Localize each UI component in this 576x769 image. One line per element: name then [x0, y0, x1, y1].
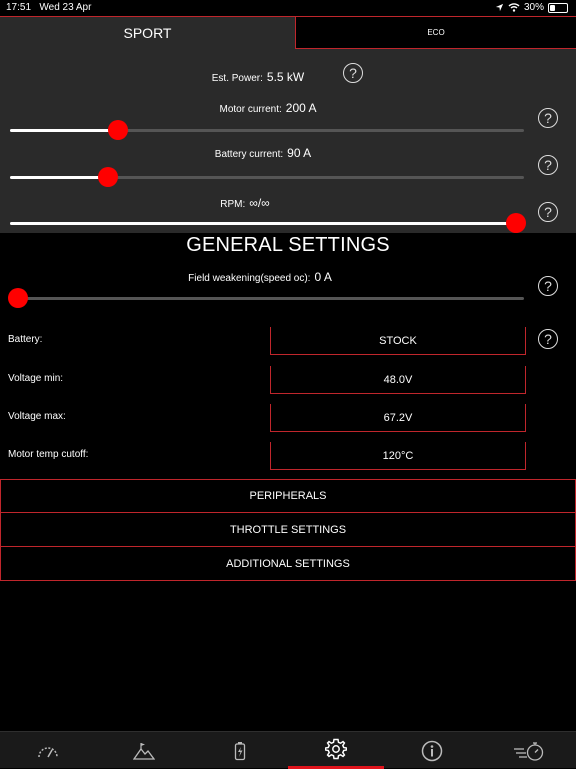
status-date: Wed 23 Apr	[39, 2, 92, 13]
motor-current-value: 200 A	[285, 101, 317, 115]
motor-temp-cutoff-field[interactable]: 120°C	[270, 442, 526, 470]
battery-current-help-icon[interactable]: ?	[538, 155, 558, 175]
tab-eco-label: ECO	[427, 28, 445, 37]
location-icon	[495, 3, 504, 12]
slider-thumb[interactable]	[107, 120, 128, 140]
slider-thumb[interactable]	[8, 288, 28, 308]
status-right: 30%	[495, 2, 568, 13]
battery-status-icon	[548, 2, 568, 13]
slider-track	[10, 297, 524, 300]
bottom-nav	[0, 731, 576, 769]
rpm-slider[interactable]	[10, 213, 526, 233]
battery-icon	[234, 741, 246, 760]
gear-icon	[325, 738, 347, 760]
voltage-min-label: Voltage min:	[8, 373, 64, 384]
battery-type-select[interactable]: STOCK	[270, 327, 526, 355]
voltage-max-field[interactable]: 67.2V	[270, 404, 526, 432]
est-power-readout: Est. Power: 5.5 kW	[0, 70, 516, 84]
nav-settings[interactable]	[288, 732, 384, 769]
status-time: 17:51 Wed 23 Apr	[6, 2, 92, 13]
battery-percent: 30%	[523, 2, 544, 13]
general-settings-title: GENERAL SETTINGS	[186, 234, 390, 256]
est-power-label: Est. Power:	[211, 73, 263, 84]
additional-settings-button[interactable]: ADDITIONAL SETTINGS	[0, 547, 576, 581]
motor-temp-cutoff-label: Motor temp cutoff:	[8, 449, 89, 460]
peripherals-button[interactable]: PERIPHERALS	[0, 479, 576, 513]
est-power-help-icon[interactable]: ?	[343, 63, 363, 83]
motor-current-readout: Motor current: 200 A	[0, 101, 536, 115]
tab-sport[interactable]: SPORT	[0, 16, 296, 49]
est-power-value: 5.5 kW	[266, 70, 305, 84]
slider-fill	[10, 129, 118, 132]
voltage-max-label: Voltage max:	[8, 411, 66, 422]
nav-dashboard[interactable]	[0, 732, 96, 769]
battery-current-value: 90 A	[287, 146, 312, 160]
stopwatch-icon	[514, 741, 544, 761]
rpm-readout: RPM: ∞/∞	[0, 196, 490, 210]
nav-info[interactable]	[384, 732, 480, 769]
battery-setting-label: Battery:	[8, 334, 43, 345]
motor-current-label: Motor current:	[219, 104, 282, 115]
wifi-icon	[508, 3, 520, 12]
battery-current-readout: Battery current: 90 A	[0, 146, 526, 160]
mountain-flag-icon	[133, 742, 155, 760]
field-weakening-label: Field weakening(speed oc):	[188, 273, 311, 284]
battery-current-slider[interactable]	[10, 167, 524, 187]
nav-routes[interactable]	[96, 732, 192, 769]
battery-setting-help-icon[interactable]: ?	[538, 329, 558, 349]
tab-eco[interactable]: ECO	[296, 16, 576, 49]
motor-current-help-icon[interactable]: ?	[538, 108, 558, 128]
rpm-help-icon[interactable]: ?	[538, 202, 558, 222]
status-bar: 17:51 Wed 23 Apr 30%	[0, 0, 576, 16]
rpm-label: RPM:	[220, 199, 246, 210]
nav-battery[interactable]	[192, 732, 288, 769]
rpm-value: ∞/∞	[249, 196, 270, 210]
slider-fill	[10, 176, 108, 179]
field-weakening-readout: Field weakening(speed oc): 0 A	[0, 270, 520, 284]
battery-current-label: Battery current:	[214, 149, 284, 160]
motor-current-slider[interactable]	[10, 120, 524, 140]
slider-fill	[10, 222, 524, 225]
field-weakening-slider[interactable]	[8, 288, 524, 308]
field-weakening-help-icon[interactable]: ?	[538, 276, 558, 296]
throttle-settings-button[interactable]: THROTTLE SETTINGS	[0, 513, 576, 547]
voltage-min-field[interactable]: 48.0V	[270, 366, 526, 394]
nav-timer[interactable]	[480, 732, 576, 769]
speedometer-icon	[38, 746, 58, 757]
info-icon	[421, 740, 443, 761]
field-weakening-value: 0 A	[314, 270, 332, 284]
slider-thumb[interactable]	[506, 213, 526, 233]
battery-status-fill	[550, 4, 555, 11]
slider-thumb[interactable]	[97, 167, 118, 187]
tab-sport-label: SPORT	[123, 25, 172, 41]
